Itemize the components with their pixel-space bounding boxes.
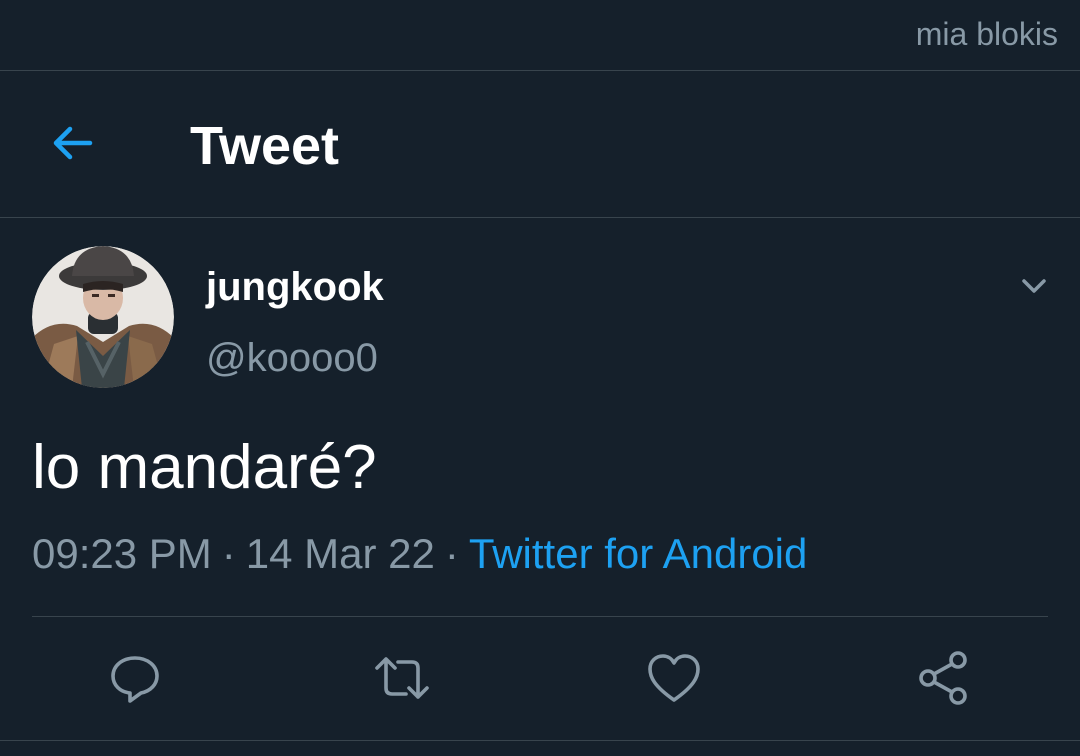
meta-separator: · (221, 530, 236, 577)
reply-button[interactable] (105, 648, 165, 708)
tweet-meta: 09:23 PM · 14 Mar 22 · Twitter for Android (32, 530, 807, 578)
share-button[interactable] (914, 648, 974, 708)
tweet-detail-screen: mia blokis Tweet jungkook @koooo0 lo man… (0, 0, 1080, 756)
tweet-menu-button[interactable] (1016, 268, 1052, 304)
like-button[interactable] (644, 648, 704, 708)
reply-icon (111, 656, 159, 703)
page-title: Tweet (190, 116, 340, 176)
chevron-down-icon (1022, 279, 1046, 293)
retweet-button[interactable] (372, 648, 432, 708)
author-handle: @koooo0 (206, 336, 378, 380)
like-icon (648, 654, 700, 702)
tweet-actions-bar (0, 648, 1080, 708)
watermark-text: mia blokis (915, 16, 1058, 52)
meta-separator: · (444, 530, 459, 577)
arrow-left-icon (53, 126, 93, 160)
back-button[interactable] (44, 117, 104, 169)
tweet-text: lo mandaré? (32, 433, 377, 502)
header-bar: Tweet (0, 71, 1080, 218)
top-bar: mia blokis (0, 0, 1080, 71)
tweet-source-link[interactable]: Twitter for Android (469, 530, 807, 577)
tweet-date: 14 Mar 22 (245, 530, 435, 577)
share-icon (919, 651, 967, 705)
divider (32, 616, 1048, 617)
avatar[interactable] (32, 246, 174, 388)
retweet-icon (375, 657, 429, 699)
bottom-divider (0, 740, 1080, 741)
avatar-image (32, 246, 174, 388)
tweet-time: 09:23 PM (32, 530, 212, 577)
author-display-name[interactable]: jungkook (206, 265, 384, 310)
